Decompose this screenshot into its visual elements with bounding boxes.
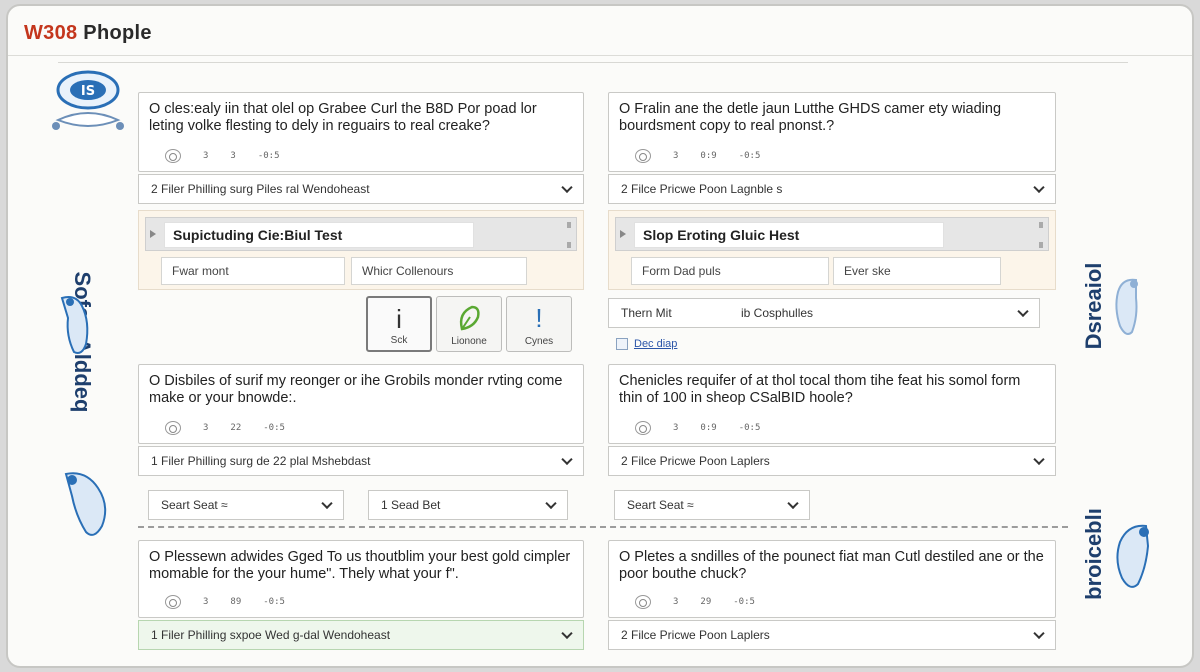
- title-bar: W308 Phople: [8, 6, 1192, 56]
- panel-title: Slop Eroting Gluic Hest: [634, 222, 944, 248]
- camera-icon: [635, 595, 651, 609]
- test-panel: Slop Eroting Gluic Hest Form Dad puls Ev…: [608, 210, 1056, 290]
- panel-scrollbar[interactable]: [564, 222, 574, 248]
- mascot-icon: [60, 296, 89, 354]
- card-meta: 3 3 -0:5: [165, 149, 280, 163]
- panel-scrollbar[interactable]: [1036, 222, 1046, 248]
- question-card[interactable]: O Plessewn adwides Gged To us thoutblim …: [138, 540, 584, 618]
- bet-dropdown[interactable]: 1 Sead Bet: [368, 490, 568, 520]
- dashed-divider: [138, 526, 1068, 528]
- expand-arrow-icon[interactable]: [620, 230, 626, 238]
- question-card[interactable]: O Fralin ane the detle jaun Lutthe GHDS …: [608, 92, 1056, 172]
- chevron-down-icon: [1017, 305, 1029, 318]
- info-icon: i: [396, 304, 402, 334]
- dec-diap-link[interactable]: Dec diap: [634, 338, 677, 350]
- question-text: O Disbiles of surif my reonger or ihe Gr…: [149, 373, 563, 406]
- question-card[interactable]: O Pletes a sndilles of the pounect fiat …: [608, 540, 1056, 618]
- card-meta: 3 29 -0:5: [635, 595, 755, 609]
- chevron-down-icon: [561, 181, 573, 194]
- question-card[interactable]: O cles:ealy iin that olel op Grabee Curl…: [138, 92, 584, 172]
- svg-text:IS: IS: [81, 84, 95, 99]
- checkbox[interactable]: [616, 338, 628, 350]
- logo-icon: IS: [52, 70, 124, 130]
- camera-icon: [165, 149, 181, 163]
- panel-field[interactable]: Ever ske: [833, 257, 1001, 285]
- title-accent: W308: [24, 22, 78, 44]
- chevron-down-icon: [1033, 453, 1045, 466]
- card-meta: 3 22 -0:5: [165, 421, 285, 435]
- right-side-label-bottom: broiceblı: [1081, 508, 1106, 600]
- panel-field[interactable]: Whicr Collenours: [351, 257, 527, 285]
- camera-icon: [165, 421, 181, 435]
- seat-dropdown[interactable]: Seart Seat ≈: [614, 490, 810, 520]
- right-side-label-top: Dsreaiol: [1081, 262, 1106, 350]
- camera-icon: [165, 595, 181, 609]
- question-text: O Fralin ane the detle jaun Lutthe GHDS …: [619, 101, 1002, 134]
- chevron-down-icon: [561, 627, 573, 640]
- filter-select[interactable]: 2 Filer Philling surg Piles ral Wendohea…: [138, 174, 584, 204]
- question-text: O Pletes a sndilles of the pounect fiat …: [619, 549, 1044, 582]
- panel-field[interactable]: Form Dad puls: [631, 257, 829, 285]
- app-window: W308 Phople IS Sofeo Alddeq Dsreaiol bro…: [6, 4, 1194, 668]
- mascot-icon: [64, 472, 107, 536]
- question-text: Chenicles requifer of at thol tocal thom…: [619, 373, 1021, 406]
- chevron-down-icon: [1033, 181, 1045, 194]
- filter-select[interactable]: 2 Filce Pricwe Poon Lagnble s: [608, 174, 1056, 204]
- mascot-icon: [1116, 524, 1150, 588]
- chevron-down-icon: [1033, 627, 1045, 640]
- leaf-icon: [459, 305, 480, 331]
- title-rest: Phople: [77, 22, 152, 44]
- expand-arrow-icon[interactable]: [150, 230, 156, 238]
- question-text: O Plessewn adwides Gged To us thoutblim …: [149, 549, 571, 582]
- chevron-down-icon: [321, 497, 333, 510]
- panel-title: Supictuding Cie:Biul Test: [164, 222, 474, 248]
- panel-field[interactable]: Fwar mont: [161, 257, 345, 285]
- chevron-down-icon: [545, 497, 557, 510]
- camera-icon: [635, 421, 651, 435]
- question-card[interactable]: O Disbiles of surif my reonger or ihe Gr…: [138, 364, 584, 444]
- info-tool-button[interactable]: i Sck: [366, 296, 432, 352]
- card-meta: 3 0:9 -0:5: [635, 421, 760, 435]
- window-title: W308 Phople: [24, 22, 152, 45]
- seat-dropdown[interactable]: Seart Seat ≈: [148, 490, 344, 520]
- lionone-tool-button[interactable]: Lionone: [436, 296, 502, 352]
- mascot-icon: [1115, 278, 1138, 335]
- question-text: O cles:ealy iin that olel op Grabee Curl…: [149, 101, 537, 134]
- filter-select[interactable]: 1 Filer Philling sxpoe Wed g-dal Wendohe…: [138, 620, 584, 650]
- exclamation-icon: !: [535, 303, 543, 333]
- link-row: Dec diap: [616, 338, 677, 350]
- question-card[interactable]: Chenicles requifer of at thol tocal thom…: [608, 364, 1056, 444]
- filter-select[interactable]: 2 Filce Pricwe Poon Laplers: [608, 620, 1056, 650]
- chevron-down-icon: [561, 453, 573, 466]
- panel-header: Supictuding Cie:Biul Test: [145, 217, 577, 251]
- filter-select[interactable]: 2 Filce Pricwe Poon Laplers: [608, 446, 1056, 476]
- warning-tool-button[interactable]: ! Cynes: [506, 296, 572, 352]
- camera-icon: [635, 149, 651, 163]
- test-panel: Supictuding Cie:Biul Test Fwar mont Whic…: [138, 210, 584, 290]
- filter-select[interactable]: 1 Filer Philling surg de 22 plal Mshebda…: [138, 446, 584, 476]
- chevron-down-icon: [787, 497, 799, 510]
- panel-header: Slop Eroting Gluic Hest: [615, 217, 1049, 251]
- cosphulles-select[interactable]: Thern Mit ib Cosphulles: [608, 298, 1040, 328]
- card-meta: 3 89 -0:5: [165, 595, 285, 609]
- top-divider: [58, 62, 1128, 63]
- card-meta: 3 0:9 -0:5: [635, 149, 760, 163]
